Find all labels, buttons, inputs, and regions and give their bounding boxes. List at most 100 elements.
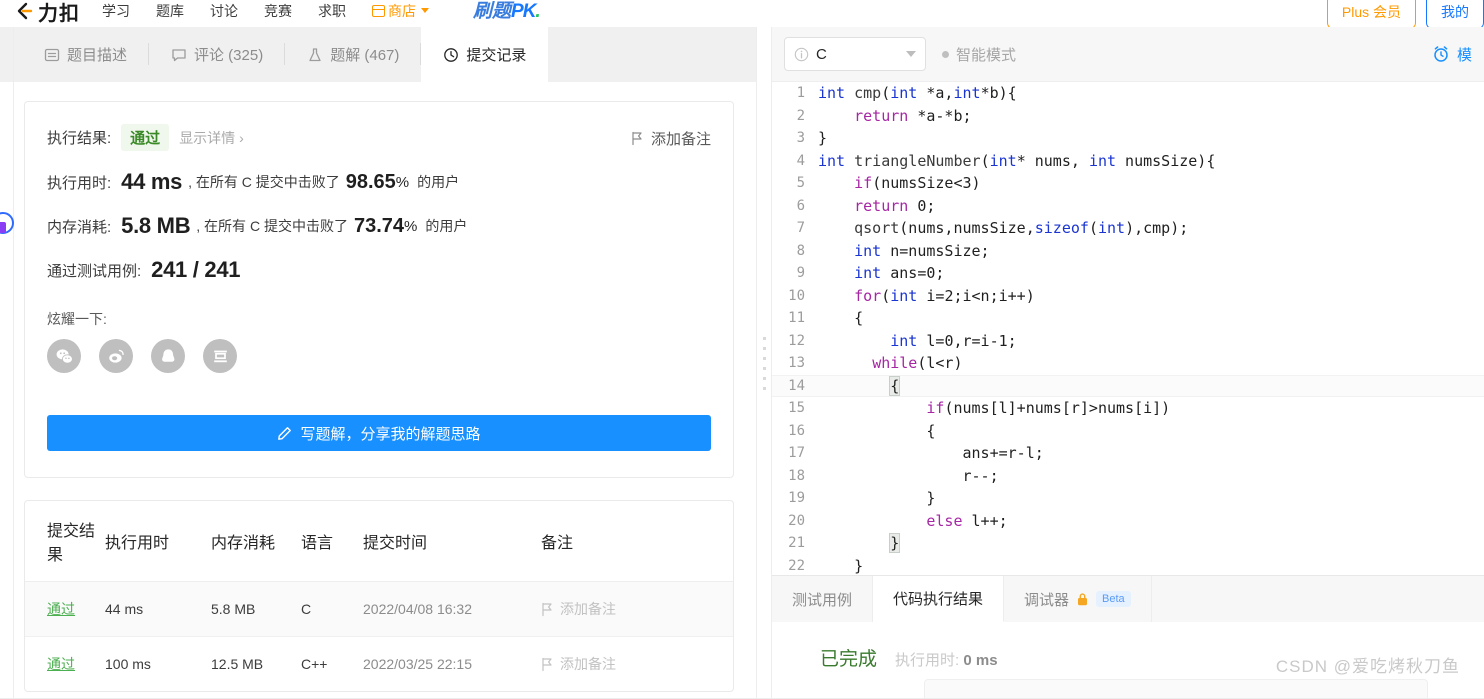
nav-item-shop[interactable]: 商店 xyxy=(372,1,429,21)
row-status-link[interactable]: 通过 xyxy=(47,656,75,672)
line-number: 19 xyxy=(788,490,805,507)
line-number: 14 xyxy=(788,377,805,394)
tab-solutions[interactable]: 题解 (467) xyxy=(285,27,422,82)
execution-time-prefix: 执行用时: xyxy=(895,652,960,669)
row-memory: 12.5 MB xyxy=(211,656,264,672)
code-line: 3} xyxy=(772,127,1484,150)
pencil-icon xyxy=(278,426,292,440)
code-line: 6 return 0; xyxy=(772,195,1484,218)
line-number: 2 xyxy=(796,107,805,124)
line-number: 13 xyxy=(788,355,805,372)
nav-item-problems[interactable]: 题库 xyxy=(156,1,184,21)
line-number: 9 xyxy=(796,265,805,282)
tab-comments[interactable]: 评论 (325) xyxy=(149,27,286,82)
execution-done-label: 已完成 xyxy=(820,649,878,670)
tab-testcases-label: 测试用例 xyxy=(792,591,853,609)
add-note-button[interactable]: 添加备注 xyxy=(631,128,711,149)
language-select-value: C xyxy=(816,45,827,63)
tab-problem-description-label: 题目描述 xyxy=(67,47,128,64)
tab-problem-description[interactable]: 题目描述 xyxy=(22,27,150,82)
language-select[interactable]: C xyxy=(784,37,926,71)
code-editor[interactable]: 1 int cmp(int *a,int*b){ 2 return *a-*b; … xyxy=(772,82,1484,575)
nav-item-study[interactable]: 学习 xyxy=(102,1,130,21)
flag-icon xyxy=(542,602,552,616)
row-add-note-button[interactable]: 添加备注 xyxy=(541,599,733,619)
pane-splitter[interactable] xyxy=(756,27,772,699)
runtime-label: 执行用时: xyxy=(47,174,112,192)
douban-icon[interactable] xyxy=(203,339,237,373)
code-line: 19 } xyxy=(772,487,1484,510)
submission-history-table: 提交结果 执行用时 内存消耗 语言 提交时间 备注 通过 44 ms 5.8 M… xyxy=(24,500,734,692)
line-number: 21 xyxy=(788,535,805,552)
line-number: 10 xyxy=(788,287,805,304)
memory-percentile: 73.74 xyxy=(353,214,405,237)
row-submit-time: 2022/04/08 16:32 xyxy=(363,581,541,637)
code-line: 2 return *a-*b; xyxy=(772,105,1484,128)
chevron-down-icon xyxy=(421,8,429,13)
pk-banner[interactable]: 刷题PK. xyxy=(473,0,541,23)
csdn-watermark: CSDN @爱吃烤秋刀鱼 xyxy=(1275,657,1460,676)
table-row[interactable]: 通过 44 ms 5.8 MB C 2022/04/08 16:32 添加备注 xyxy=(25,581,733,637)
info-icon xyxy=(794,47,809,61)
tab-solutions-label: 题解 (467) xyxy=(330,47,400,64)
row-submit-time: 2022/03/25 22:15 xyxy=(363,656,472,672)
leetcode-logo[interactable]: 力扣 xyxy=(14,0,80,26)
flag-icon xyxy=(542,657,552,671)
nav-item-jobs[interactable]: 求职 xyxy=(318,1,346,21)
share-icon-list xyxy=(47,339,711,373)
weibo-icon[interactable] xyxy=(99,339,133,373)
tab-debugger[interactable]: 调试器 Beta xyxy=(1004,576,1152,622)
code-line: 21 } xyxy=(772,532,1484,555)
qq-icon[interactable] xyxy=(151,339,185,373)
tab-testcases[interactable]: 测试用例 xyxy=(772,576,874,622)
leetcode-logo-icon xyxy=(14,1,36,23)
problem-tab-bar: 题目描述 评论 (325) 题解 (467) 提交记录 xyxy=(0,27,760,82)
editor-toolbar: C 智能模式 模 xyxy=(772,27,1484,82)
runtime-percentile: 98.65 xyxy=(345,170,396,193)
code-line: 12 int l=0,r=i-1; xyxy=(772,330,1484,353)
tab-debugger-label: 调试器 xyxy=(1024,591,1070,609)
runtime-users-suffix: 的用户 xyxy=(417,174,460,190)
nav-item-discuss[interactable]: 讨论 xyxy=(210,1,238,21)
smart-mode-toggle[interactable]: 智能模式 xyxy=(942,44,1016,65)
timer-label: 模 xyxy=(1456,46,1472,64)
console-tab-bar: 测试用例 代码执行结果 调试器 Beta xyxy=(772,576,1484,622)
code-line: 1 int cmp(int *a,int*b){ xyxy=(772,82,1484,105)
th-runtime: 执行用时 xyxy=(105,501,211,582)
line-number: 16 xyxy=(788,422,805,439)
smart-mode-label: 智能模式 xyxy=(956,46,1017,64)
pk-banner-en: PK xyxy=(511,1,536,22)
timer-button[interactable]: 模 xyxy=(1432,44,1472,65)
my-account-button[interactable]: 我的 xyxy=(1426,0,1484,27)
row-language: C xyxy=(301,581,363,637)
row-add-note-button[interactable]: 添加备注 xyxy=(541,654,733,674)
execution-result-row: 执行结果: 通过 显示详情 › xyxy=(47,124,711,151)
runtime-value: 44 ms xyxy=(121,169,183,194)
code-line: 5 if(numsSize<3) xyxy=(772,172,1484,195)
memory-label: 内存消耗: xyxy=(47,218,112,236)
table-header-row: 提交结果 执行用时 内存消耗 语言 提交时间 备注 xyxy=(25,501,733,582)
line-number: 12 xyxy=(788,332,805,349)
status-dot-icon xyxy=(942,50,949,58)
tab-submissions[interactable]: 提交记录 xyxy=(421,27,549,82)
submission-detail-pane: 添加备注 执行结果: 通过 显示详情 › 执行用时: 44 ms , 在所有 C… xyxy=(0,82,756,699)
nav-item-contest[interactable]: 竞赛 xyxy=(264,1,292,21)
execution-time: 执行用时: 0 ms xyxy=(895,649,998,670)
code-line: 20 else l++; xyxy=(772,510,1484,533)
row-status-link[interactable]: 通过 xyxy=(47,601,75,617)
memory-percent-sign: % xyxy=(404,217,418,235)
line-number: 3 xyxy=(796,130,805,147)
tab-code-result[interactable]: 代码执行结果 xyxy=(873,576,1005,622)
runtime-beat-text: , 在所有 C 提交中击败了 xyxy=(188,174,340,190)
show-detail-link[interactable]: 显示详情 › xyxy=(179,128,244,148)
write-solution-button[interactable]: 写题解，分享我的解题思路 xyxy=(47,415,711,451)
pk-banner-cn: 刷题 xyxy=(473,1,512,22)
code-line: 7 qsort(nums,numsSize,sizeof(int),cmp); xyxy=(772,217,1484,240)
code-line: 22 } xyxy=(772,555,1484,576)
testcases-label: 通过测试用例: xyxy=(47,262,142,280)
th-status: 提交结果 xyxy=(25,501,105,582)
plus-membership-button[interactable]: Plus 会员 xyxy=(1326,0,1416,27)
runtime-percent-sign: % xyxy=(395,173,410,191)
table-row[interactable]: 通过 100 ms 12.5 MB C++ 2022/03/25 22:15 添… xyxy=(25,637,733,692)
wechat-icon[interactable] xyxy=(47,339,81,373)
